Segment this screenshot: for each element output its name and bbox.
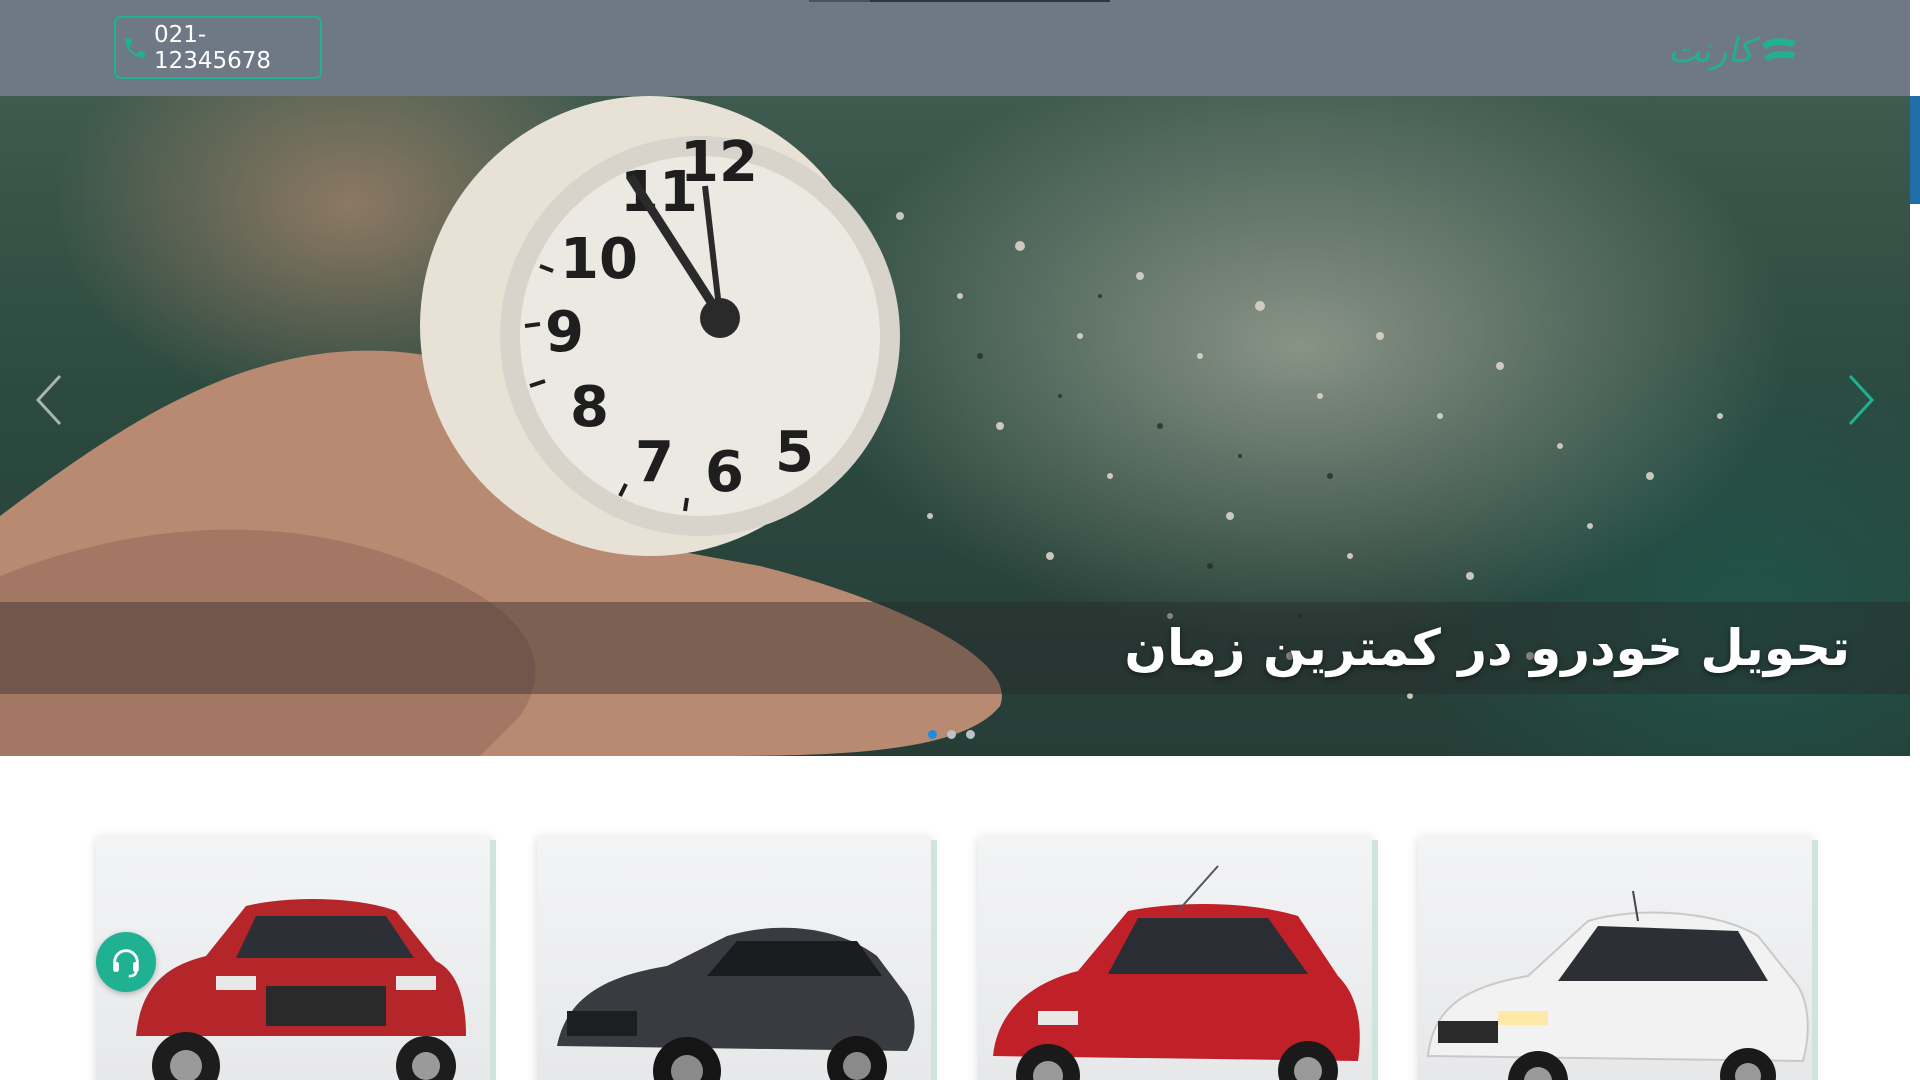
car-image — [1426, 890, 1809, 1080]
car-cards — [0, 836, 1920, 1080]
svg-text:7: 7 — [635, 430, 674, 495]
car-card-2[interactable] — [537, 836, 931, 1080]
hero-slider: 10 9 8 7 6 5 12 11 تحویل خودرو در کمترین… — [0, 96, 1910, 756]
brand-name: کارنت — [1668, 31, 1754, 71]
svg-text:9: 9 — [545, 300, 584, 365]
header-indicator-active — [870, 0, 1110, 2]
site-header: 021-12345678 کارنت — [0, 0, 1910, 96]
car-image — [993, 865, 1360, 1080]
brand-logo-icon — [1762, 38, 1796, 61]
support-button[interactable] — [96, 932, 156, 992]
car-card-3[interactable] — [978, 836, 1372, 1080]
slider-dot-3[interactable] — [966, 730, 975, 739]
headset-icon — [113, 949, 139, 978]
brand-logo[interactable]: کارنت — [1660, 26, 1800, 76]
chevron-right-icon[interactable] — [1840, 370, 1880, 430]
phone-number: 021-12345678 — [154, 21, 272, 74]
slider-dot-2[interactable] — [947, 730, 956, 739]
svg-text:10: 10 — [560, 227, 638, 292]
slider-dots — [928, 730, 975, 739]
phone-button[interactable]: 021-12345678 — [114, 16, 322, 79]
page: 021-12345678 کارنت 10 9 8 7 6 5 12 11 تح… — [0, 0, 1920, 1080]
car-card-4[interactable] — [1418, 836, 1812, 1080]
phone-icon — [125, 37, 145, 58]
svg-text:8: 8 — [570, 375, 609, 440]
hero-caption: تحویل خودرو در کمترین زمان — [1124, 619, 1850, 677]
svg-text:6: 6 — [705, 440, 744, 505]
svg-text:5: 5 — [775, 420, 814, 485]
slider-dot-1[interactable] — [928, 730, 937, 739]
scrollbar-thumb[interactable] — [1910, 96, 1920, 204]
car-image — [557, 927, 915, 1080]
chevron-left-icon[interactable] — [30, 370, 70, 430]
